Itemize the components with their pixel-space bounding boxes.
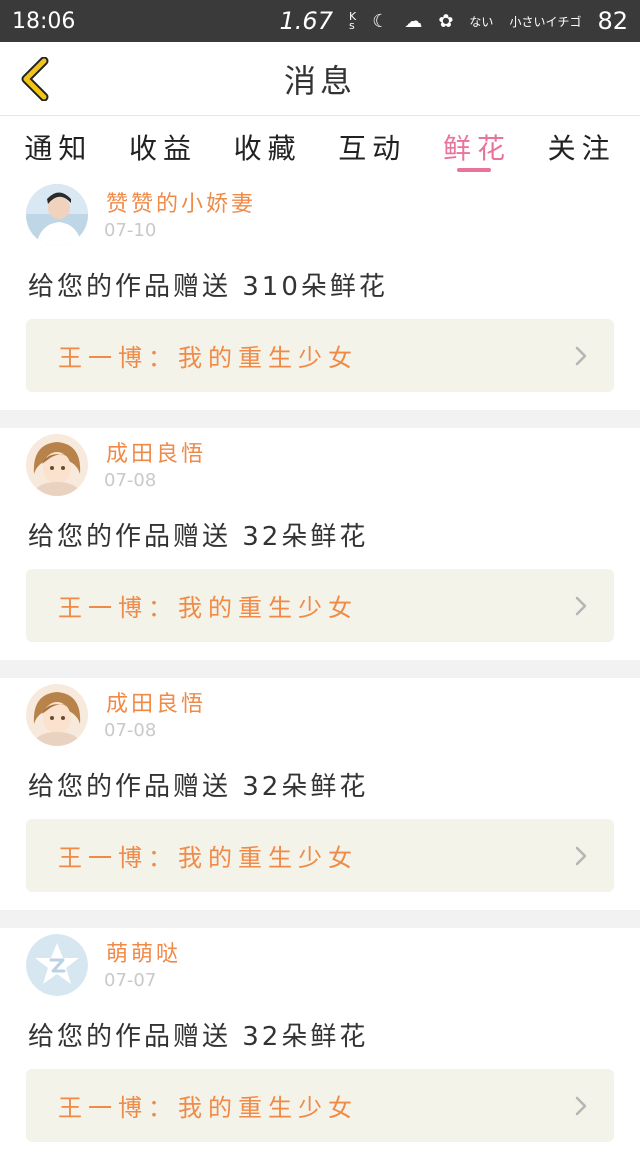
message-text: 给您的作品赠送 32朵鲜花 bbox=[28, 772, 369, 802]
username[interactable]: 萌萌哒 bbox=[106, 936, 181, 968]
username[interactable]: 成田良悟 bbox=[106, 436, 206, 468]
tab-earnings[interactable]: 收益 bbox=[129, 116, 197, 178]
cloud-icon: ☁ bbox=[404, 10, 423, 32]
moon-icon: ☾ bbox=[372, 10, 389, 32]
list-item: 萌萌哒 07-07 给您的作品赠送 32朵鲜花 王一博：我的重生少女 bbox=[0, 928, 640, 1160]
anime-girl-avatar-icon bbox=[26, 434, 88, 496]
work-title: 王一博：我的重生少女 bbox=[58, 344, 358, 372]
message-date: 07-08 bbox=[104, 720, 157, 741]
page-title: 消息 bbox=[283, 61, 356, 100]
default-star-avatar-icon bbox=[26, 934, 88, 996]
network-speed: 1.67 bbox=[279, 7, 333, 35]
anime-girl-avatar-icon bbox=[26, 684, 88, 746]
list-item: 成田良悟 07-08 给您的作品赠送 32朵鲜花 王一博：我的重生少女 bbox=[0, 678, 640, 910]
chevron-right-icon bbox=[575, 1096, 587, 1116]
avatar[interactable] bbox=[26, 184, 88, 246]
app-header: 消息 bbox=[0, 42, 640, 116]
speed-unit-bottom: s bbox=[348, 19, 355, 32]
chevron-left-icon bbox=[21, 57, 49, 101]
tab-interactions[interactable]: 互动 bbox=[338, 116, 406, 178]
status-bar: 18:06 1.67 K s ☾ ☁ ✿ ない 小さいイチゴ 82 bbox=[0, 0, 640, 42]
status-text-1: ない bbox=[469, 14, 494, 29]
chevron-right-icon bbox=[575, 846, 587, 866]
avatar[interactable] bbox=[26, 434, 88, 496]
tab-following[interactable]: 关注 bbox=[548, 116, 616, 178]
chevron-right-icon bbox=[575, 596, 587, 616]
message-date: 07-07 bbox=[104, 970, 157, 991]
work-link[interactable]: 王一博：我的重生少女 bbox=[26, 819, 614, 892]
list-item: 成田良悟 07-08 给您的作品赠送 32朵鲜花 王一博：我的重生少女 bbox=[0, 428, 640, 660]
message-date: 07-08 bbox=[104, 470, 157, 491]
tab-bar: 通知 收益 收藏 互动 鲜花 关注 bbox=[0, 116, 640, 178]
divider bbox=[0, 910, 640, 928]
work-title: 王一博：我的重生少女 bbox=[58, 844, 358, 872]
status-indicators: 1.67 K s ☾ ☁ ✿ ない 小さいイチゴ 82 bbox=[280, 7, 628, 35]
flower-icon: ✿ bbox=[438, 10, 454, 32]
username[interactable]: 赞赞的小娇妻 bbox=[106, 186, 256, 218]
work-title: 王一博：我的重生少女 bbox=[58, 1094, 358, 1122]
message-text: 给您的作品赠送 32朵鲜花 bbox=[28, 1022, 369, 1052]
work-title: 王一博：我的重生少女 bbox=[58, 594, 358, 622]
message-date: 07-10 bbox=[104, 220, 157, 241]
work-link[interactable]: 王一博：我的重生少女 bbox=[26, 569, 614, 642]
user-photo-avatar-icon bbox=[26, 184, 88, 246]
battery-level: 82 bbox=[597, 7, 628, 35]
tab-flowers[interactable]: 鲜花 bbox=[443, 116, 511, 178]
status-text-2: 小さいイチゴ bbox=[509, 14, 582, 29]
work-link[interactable]: 王一博：我的重生少女 bbox=[26, 1069, 614, 1142]
username[interactable]: 成田良悟 bbox=[106, 686, 206, 718]
message-text: 给您的作品赠送 32朵鲜花 bbox=[28, 522, 369, 552]
avatar[interactable] bbox=[26, 684, 88, 746]
message-text: 给您的作品赠送 310朵鲜花 bbox=[28, 272, 388, 302]
status-time: 18:06 bbox=[12, 8, 76, 34]
work-link[interactable]: 王一博：我的重生少女 bbox=[26, 319, 614, 392]
back-button[interactable] bbox=[14, 56, 54, 102]
tab-notifications[interactable]: 通知 bbox=[24, 116, 92, 178]
avatar[interactable] bbox=[26, 934, 88, 996]
message-list: 赞赞的小娇妻 07-10 给您的作品赠送 310朵鲜花 王一博：我的重生少女 成… bbox=[0, 178, 640, 1160]
chevron-right-icon bbox=[575, 346, 587, 366]
divider bbox=[0, 410, 640, 428]
list-item: 赞赞的小娇妻 07-10 给您的作品赠送 310朵鲜花 王一博：我的重生少女 bbox=[0, 178, 640, 410]
divider bbox=[0, 660, 640, 678]
tab-favorites[interactable]: 收藏 bbox=[234, 116, 302, 178]
network-speed-unit: K s bbox=[348, 11, 356, 32]
